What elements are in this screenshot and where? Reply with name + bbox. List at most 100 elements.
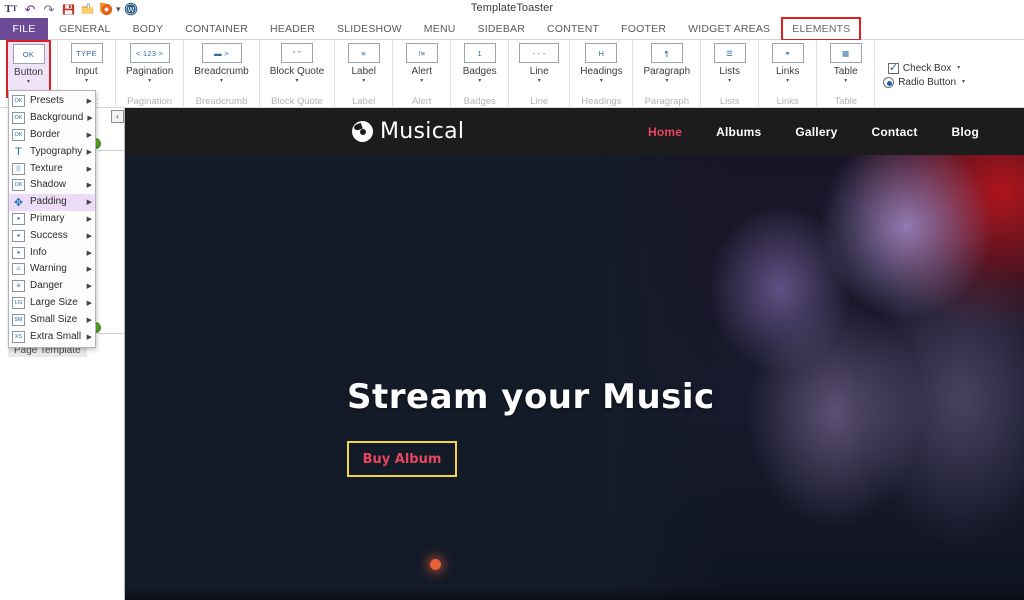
- ribbon-group-lists: ☰Lists▾Lists: [701, 40, 759, 108]
- chevron-down-icon[interactable]: ▾: [478, 78, 481, 85]
- chevron-down-icon[interactable]: ▾: [538, 78, 541, 85]
- menu-item-success[interactable]: ●Success▶: [9, 227, 95, 244]
- line-button[interactable]: - - -Line▾: [515, 40, 563, 98]
- menu-item-primary[interactable]: ●Primary▶: [9, 211, 95, 228]
- chevron-down-icon[interactable]: ▾: [728, 78, 731, 85]
- menu-item-label: Danger: [30, 280, 83, 292]
- ribbon-tab-menu[interactable]: MENU: [413, 18, 467, 40]
- ribbon-tab-elements[interactable]: ELEMENTS: [781, 17, 861, 41]
- ribbon-group-label: Paragraph: [633, 96, 700, 107]
- label-button[interactable]: ≡Label▾: [341, 40, 386, 98]
- ribbon-tab-bar: FILEGENERALBODYCONTAINERHEADERSLIDESHOWM…: [0, 18, 1024, 40]
- ribbon-item-label: Breadcrumb: [194, 66, 248, 77]
- chevron-down-icon[interactable]: ▾: [962, 79, 965, 86]
- nav-link-gallery[interactable]: Gallery: [778, 125, 854, 139]
- nav-link-albums[interactable]: Albums: [699, 125, 778, 139]
- chevron-down-icon[interactable]: ▾: [844, 78, 847, 85]
- submenu-arrow-icon[interactable]: ▶: [87, 249, 92, 257]
- submenu-arrow-icon[interactable]: ▶: [87, 114, 92, 122]
- site-brand[interactable]: Musical: [352, 119, 464, 144]
- chevron-down-icon[interactable]: ▾: [420, 78, 423, 85]
- submenu-arrow-icon[interactable]: ▶: [87, 131, 92, 139]
- chevron-down-icon[interactable]: ▾: [27, 79, 30, 86]
- menu-item-large-size[interactable]: LGLarge Size▶: [9, 295, 95, 312]
- nav-link-blog[interactable]: Blog: [935, 125, 996, 139]
- headings-button[interactable]: HHeadings▾: [576, 40, 626, 98]
- submenu-arrow-icon[interactable]: ▶: [87, 198, 92, 206]
- menu-item-label: Presets: [30, 95, 83, 107]
- submenu-arrow-icon[interactable]: ▶: [87, 299, 92, 307]
- ribbon-item-label: Button: [14, 67, 43, 78]
- chevron-down-icon[interactable]: ▾: [362, 78, 365, 85]
- lists-button[interactable]: ☰Lists▾: [707, 40, 752, 98]
- menu-item-small-size[interactable]: SMSmall Size▶: [9, 311, 95, 328]
- menu-item-shadow[interactable]: OKShadow▶: [9, 177, 95, 194]
- chevron-down-icon[interactable]: ▾: [148, 78, 151, 85]
- ribbon-group-label: Table: [817, 96, 874, 107]
- chevron-down-icon[interactable]: ▾: [665, 78, 668, 85]
- menu-item-extra-small[interactable]: XSExtra Small▶: [9, 328, 95, 345]
- alert-button[interactable]: !≡Alert▾: [399, 40, 444, 98]
- ribbon-tab-slideshow[interactable]: SLIDESHOW: [326, 18, 413, 40]
- submenu-arrow-icon[interactable]: ▶: [87, 181, 92, 189]
- submenu-arrow-icon[interactable]: ▶: [87, 148, 92, 156]
- ribbon-group-block-quote: “ ”Block Quote▾Block Quote: [260, 40, 335, 108]
- ribbon-tab-widget-areas[interactable]: WIDGET AREAS: [677, 18, 781, 40]
- ribbon-tab-sidebar[interactable]: SIDEBAR: [467, 18, 537, 40]
- ribbon-group-badges: 1Badges▾Badges: [451, 40, 509, 108]
- menu-item-padding[interactable]: ✥Padding▶: [9, 194, 95, 211]
- chevron-down-icon[interactable]: ▾: [957, 65, 960, 72]
- links-button[interactable]: ⚭Links▾: [765, 40, 810, 98]
- ribbon-tab-general[interactable]: GENERAL: [48, 18, 122, 40]
- check-box-item[interactable]: Check Box ▾: [888, 63, 960, 74]
- submenu-arrow-icon[interactable]: ▶: [87, 282, 92, 290]
- menu-item-background[interactable]: OKBackground▶: [9, 110, 95, 127]
- ribbon-tab-file[interactable]: FILE: [0, 18, 48, 40]
- breadcrumb-button[interactable]: ▬ >Breadcrumb▾: [190, 40, 252, 98]
- block-quote-button[interactable]: “ ”Block Quote▾: [266, 40, 328, 98]
- ribbon-tab-content[interactable]: CONTENT: [536, 18, 610, 40]
- texture-icon: ▒: [12, 163, 25, 175]
- website-preview-canvas[interactable]: Musical HomeAlbumsGalleryContactBlog Str…: [125, 108, 1024, 600]
- nav-link-home[interactable]: Home: [631, 125, 699, 139]
- guide-line-top: [97, 150, 125, 151]
- ribbon-tab-body[interactable]: BODY: [122, 18, 175, 40]
- ribbon-group-label: Breadcrumb: [184, 96, 258, 107]
- badges-button[interactable]: 1Badges▾: [457, 40, 502, 98]
- chevron-down-icon[interactable]: ▾: [295, 78, 298, 85]
- submenu-arrow-icon[interactable]: ▶: [87, 316, 92, 324]
- ribbon-tab-header[interactable]: HEADER: [259, 18, 326, 40]
- radio-button-item[interactable]: Radio Button▾: [883, 77, 965, 88]
- chevron-down-icon[interactable]: ▾: [85, 78, 88, 85]
- paragraph-button[interactable]: ¶Paragraph▾: [639, 40, 694, 98]
- nav-link-contact[interactable]: Contact: [854, 125, 934, 139]
- menu-item-info[interactable]: ●Info▶: [9, 244, 95, 261]
- ribbon-tab-container[interactable]: CONTAINER: [174, 18, 259, 40]
- menu-item-presets[interactable]: OKPresets▶: [9, 93, 95, 110]
- button-styles-dropdown-menu[interactable]: OKPresets▶OKBackground▶OKBorder▶TTypogra…: [8, 90, 96, 348]
- submenu-arrow-icon[interactable]: ▶: [87, 97, 92, 105]
- chevron-down-icon[interactable]: ▾: [786, 78, 789, 85]
- menu-item-border[interactable]: OKBorder▶: [9, 127, 95, 144]
- submenu-arrow-icon[interactable]: ▶: [87, 265, 92, 273]
- table-button[interactable]: ▦Table▾: [823, 40, 868, 98]
- ribbon-item-label: Headings: [580, 66, 622, 77]
- submenu-arrow-icon[interactable]: ▶: [87, 215, 92, 223]
- menu-item-texture[interactable]: ▒Texture▶: [9, 160, 95, 177]
- collapse-panel-button[interactable]: ‹: [111, 110, 124, 123]
- buy-album-button[interactable]: Buy Album: [347, 441, 457, 477]
- submenu-arrow-icon[interactable]: ▶: [87, 165, 92, 173]
- ribbon-tab-footer[interactable]: FOOTER: [610, 18, 677, 40]
- pagination-button[interactable]: < 123 >Pagination▾: [122, 40, 177, 98]
- check-box-label: Check Box: [903, 63, 951, 74]
- menu-item-typography[interactable]: TTypography▶: [9, 143, 95, 160]
- submenu-arrow-icon[interactable]: ▶: [87, 232, 92, 240]
- ribbon-group-label: Alert: [393, 96, 450, 107]
- guide-line-bottom: [97, 333, 125, 334]
- menu-item-warning[interactable]: ⚠Warning▶: [9, 261, 95, 278]
- chevron-down-icon[interactable]: ▾: [220, 78, 223, 85]
- chevron-down-icon[interactable]: ▾: [600, 78, 603, 85]
- ribbon-item-label: Pagination: [126, 66, 173, 77]
- menu-item-danger[interactable]: ⊖Danger▶: [9, 278, 95, 295]
- submenu-arrow-icon[interactable]: ▶: [87, 333, 92, 341]
